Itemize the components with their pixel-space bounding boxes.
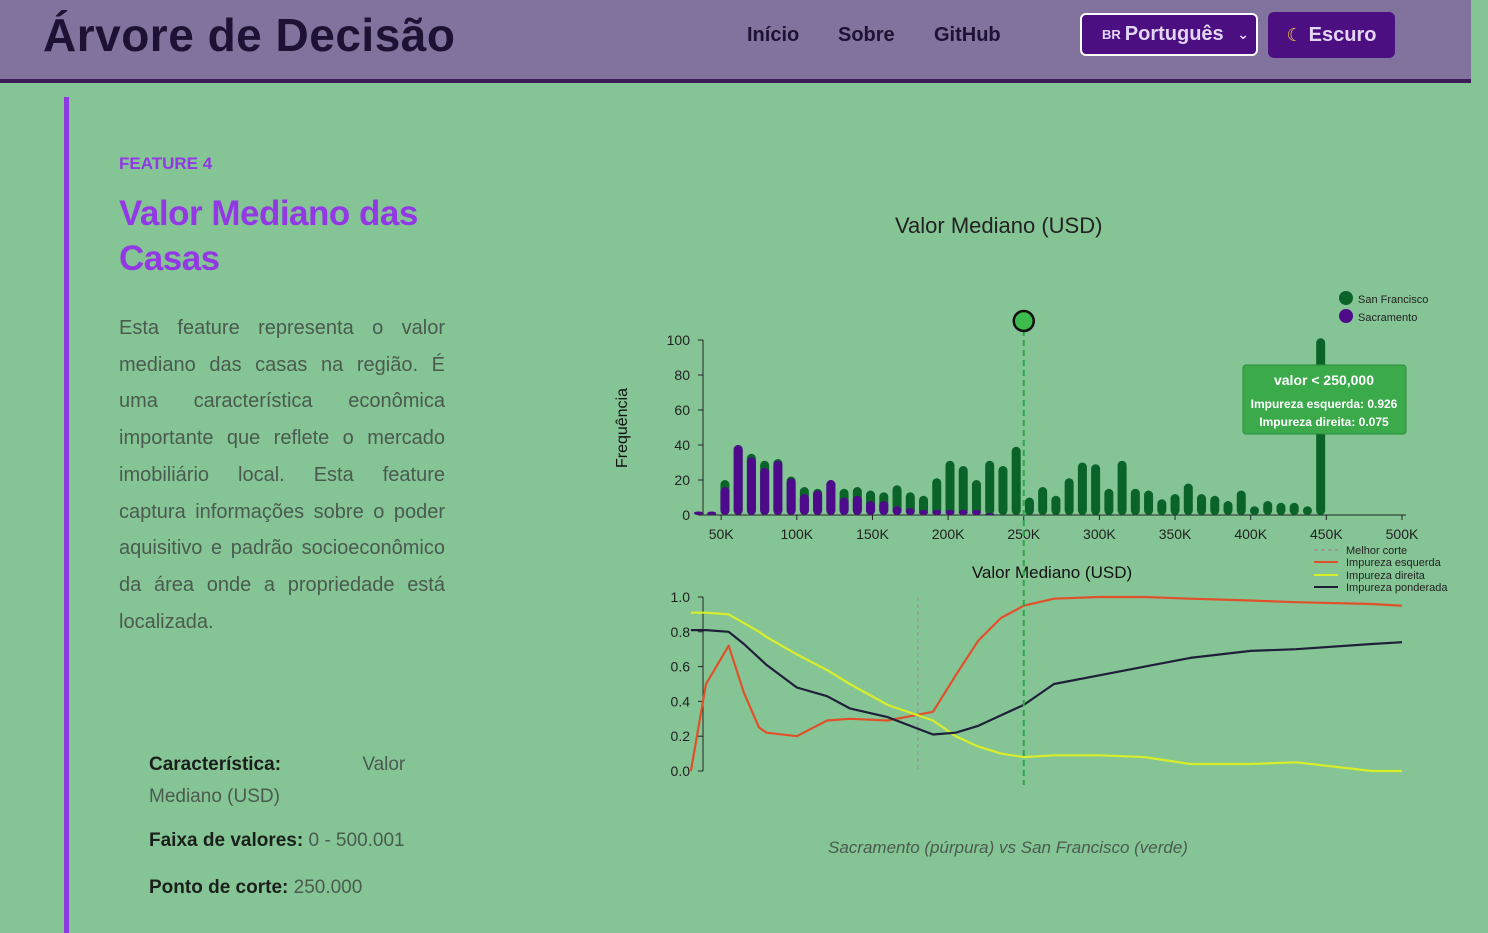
bar-san-francisco <box>958 466 968 515</box>
feature-chart: 02040608010050K100K150K200K250K300K350K4… <box>614 291 1448 785</box>
bar-san-francisco <box>1011 446 1021 515</box>
legend-marker-sacramento <box>1339 309 1353 323</box>
bar-sacramento <box>879 501 889 515</box>
bar-san-francisco <box>1276 502 1286 515</box>
bar-sacramento <box>919 509 929 515</box>
bar-san-francisco <box>1263 501 1273 515</box>
hist-x-tick-label: 350K <box>1159 526 1192 542</box>
bar-sacramento <box>720 487 730 515</box>
bar-sacramento <box>693 511 703 515</box>
bar-sacramento <box>773 460 783 515</box>
bar-sacramento <box>945 509 955 515</box>
hist-y-axis-label: Frequência <box>614 388 631 468</box>
bar-sacramento <box>852 495 862 515</box>
line-y-tick-label: 0.6 <box>671 659 691 675</box>
bar-san-francisco <box>945 460 955 515</box>
bar-san-francisco <box>1144 490 1154 515</box>
legend-line-label: Impureza esquerda <box>1346 557 1442 569</box>
hist-y-tick-label: 80 <box>674 367 690 383</box>
hist-x-tick-label: 100K <box>780 526 813 542</box>
line-y-tick-label: 0.8 <box>671 624 691 640</box>
bar-san-francisco <box>1183 483 1193 515</box>
bar-san-francisco <box>1236 490 1246 515</box>
bar-san-francisco <box>1157 499 1167 515</box>
legend-line-label: Impureza ponderada <box>1346 582 1448 594</box>
hist-x-tick-label: 450K <box>1310 526 1343 542</box>
bar-sacramento <box>932 509 942 515</box>
bar-sacramento <box>866 501 876 515</box>
hist-y-tick-label: 100 <box>667 332 691 348</box>
bar-sacramento <box>958 509 968 515</box>
bar-san-francisco <box>1249 506 1259 515</box>
bar-sacramento <box>905 508 915 515</box>
bar-san-francisco <box>998 466 1008 515</box>
bar-san-francisco <box>1130 488 1140 515</box>
hist-y-tick-label: 60 <box>674 402 690 418</box>
tooltip-title: valor < 250,000 <box>1274 372 1374 388</box>
bar-san-francisco <box>932 478 942 515</box>
legend-marker-san-francisco <box>1339 291 1353 305</box>
bar-sacramento <box>839 497 849 515</box>
line-series-impureza-direita <box>690 611 1402 773</box>
bar-san-francisco <box>1104 488 1114 515</box>
hist-x-tick-label: 150K <box>856 526 889 542</box>
bar-sacramento <box>707 511 717 515</box>
line-y-tick-label: 0.0 <box>671 763 691 779</box>
bar-san-francisco <box>1024 497 1034 515</box>
bar-sacramento <box>826 480 836 515</box>
bar-sacramento <box>760 467 770 515</box>
legend-line-label: Melhor corte <box>1346 545 1407 557</box>
hist-y-tick-label: 20 <box>674 472 690 488</box>
bar-sacramento <box>786 478 796 515</box>
split-handle[interactable] <box>1012 309 1036 333</box>
bar-san-francisco <box>1302 506 1312 515</box>
bar-san-francisco <box>1197 494 1207 515</box>
legend-label-sacramento: Sacramento <box>1358 312 1417 324</box>
bar-sacramento <box>813 490 823 515</box>
hist-x-tick-label: 400K <box>1234 526 1267 542</box>
hist-y-tick-label: 0 <box>682 507 690 523</box>
line-series-impureza-esquerda <box>689 595 1403 772</box>
hist-x-tick-label: 50K <box>709 526 735 542</box>
line-series-impureza-ponderada <box>690 628 1403 736</box>
bar-san-francisco <box>1210 495 1220 515</box>
bar-sacramento <box>985 513 995 515</box>
bar-san-francisco <box>1289 502 1299 515</box>
bar-san-francisco <box>1117 460 1127 515</box>
line-y-tick-label: 1.0 <box>671 589 691 605</box>
bar-san-francisco <box>1223 501 1233 515</box>
hist-x-tick-label: 500K <box>1386 526 1419 542</box>
hist-x-axis-label: Valor Mediano (USD) <box>972 563 1132 582</box>
bar-sacramento <box>746 457 756 515</box>
tooltip-impurity-left: Impureza esquerda: 0.926 <box>1251 397 1398 411</box>
bar-san-francisco <box>1038 487 1048 515</box>
bar-san-francisco <box>985 460 995 515</box>
legend-label-san-francisco: San Francisco <box>1358 294 1428 306</box>
bar-sacramento <box>799 494 809 515</box>
bar-sacramento <box>971 509 981 515</box>
hist-x-tick-label: 300K <box>1083 526 1116 542</box>
bar-san-francisco <box>1051 495 1061 515</box>
bar-san-francisco <box>1170 494 1180 515</box>
line-y-tick-label: 0.2 <box>671 728 691 744</box>
bar-sacramento <box>892 506 902 515</box>
hist-y-tick-label: 40 <box>674 437 690 453</box>
bar-san-francisco <box>1077 462 1087 515</box>
hist-x-tick-label: 200K <box>932 526 965 542</box>
tooltip-impurity-right: Impureza direita: 0.075 <box>1259 415 1389 429</box>
legend-line-label: Impureza direita <box>1346 570 1426 582</box>
bar-san-francisco <box>1091 464 1101 515</box>
bar-san-francisco <box>1064 478 1074 515</box>
bar-sacramento <box>733 445 743 515</box>
line-y-tick-label: 0.4 <box>671 693 691 709</box>
chart-caption: Sacramento (púrpura) vs San Francisco (v… <box>828 838 1188 857</box>
